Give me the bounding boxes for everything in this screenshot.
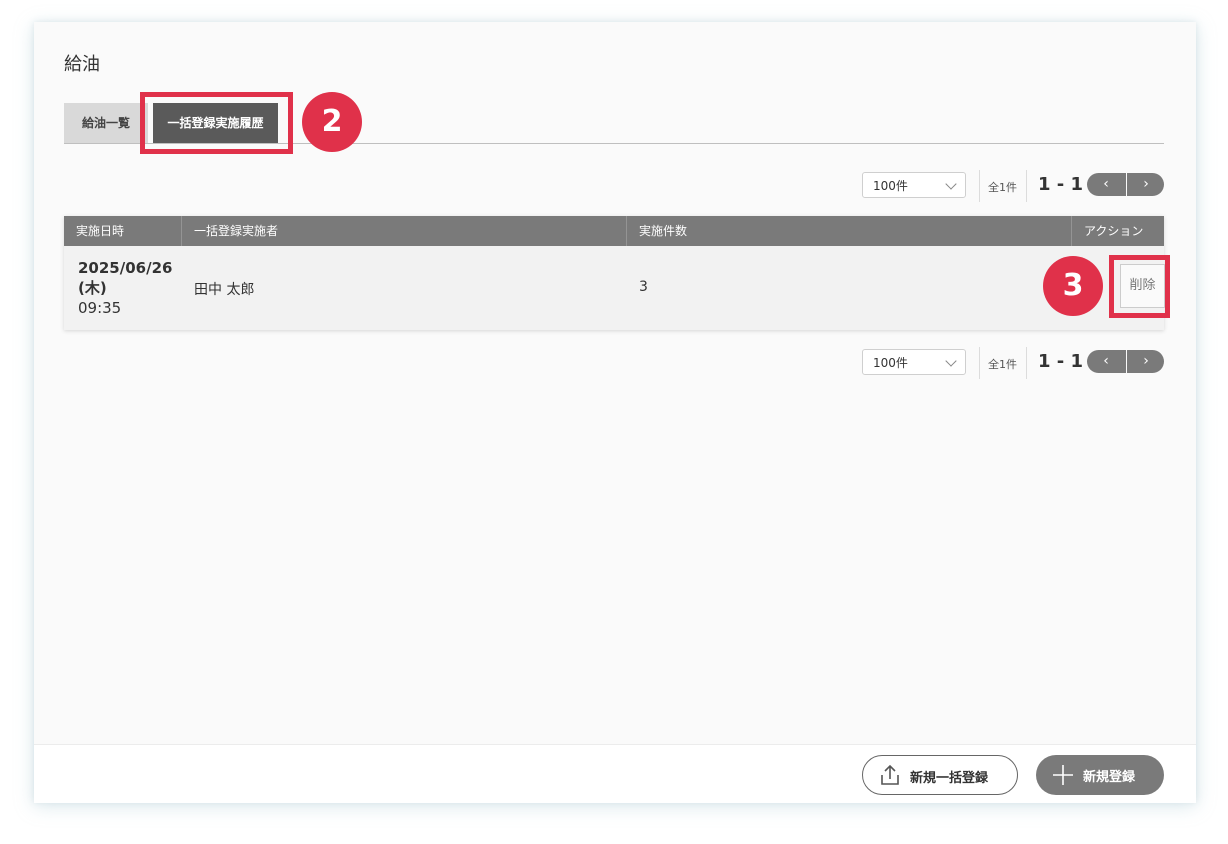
main-panel: 給油 給油一覧 一括登録実施履歴 2 100件 全1件 1 - 1 ‹ › 実施… — [34, 22, 1196, 803]
next-page-button[interactable]: › — [1126, 173, 1164, 196]
divider — [979, 347, 980, 379]
pagination-bottom: 100件 全1件 1 - 1 ‹ › — [862, 347, 1164, 379]
total-count: 全1件 — [988, 181, 1017, 194]
history-table: 実施日時 一括登録実施者 実施件数 アクション 2025/06/26 (木) 0… — [64, 216, 1165, 330]
step-badge-3: 3 — [1043, 256, 1103, 316]
chevron-down-icon — [945, 178, 957, 190]
divider — [1026, 170, 1027, 202]
page-range: 1 - 1 — [1038, 351, 1084, 372]
tab-bulk-history[interactable]: 一括登録実施履歴 — [153, 103, 278, 143]
cell-date: 2025/06/26 (木) 09:35 — [78, 258, 172, 318]
divider — [1026, 347, 1027, 379]
column-header-date: 実施日時 — [76, 224, 125, 238]
divider — [979, 170, 980, 202]
page-nav: ‹ › — [1087, 173, 1164, 196]
cell-count: 3 — [639, 279, 648, 295]
bulk-register-button[interactable]: 新規一括登録 — [862, 755, 1018, 795]
date-value: 2025/06/26 — [78, 259, 173, 277]
bulk-register-label: 新規一括登録 — [910, 771, 989, 786]
upload-icon — [881, 764, 899, 785]
tab-divider — [64, 143, 1164, 144]
new-register-label: 新規登録 — [1083, 770, 1136, 785]
footer-bar: 新規一括登録 新規登録 — [34, 744, 1196, 803]
pagination-top: 100件 全1件 1 - 1 ‹ › — [862, 170, 1164, 202]
per-page-value: 100件 — [873, 356, 908, 370]
cell-user: 田中 太郎 — [194, 282, 255, 298]
column-header-count: 実施件数 — [626, 216, 1071, 246]
table-row: 2025/06/26 (木) 09:35 田中 太郎 3 削除 — [64, 246, 1165, 330]
per-page-select[interactable]: 100件 — [862, 172, 966, 198]
weekday-value: (木) — [78, 279, 107, 297]
tab-fuel-list[interactable]: 給油一覧 — [64, 103, 148, 143]
prev-page-button[interactable]: ‹ — [1087, 350, 1125, 373]
per-page-select[interactable]: 100件 — [862, 349, 966, 375]
time-value: 09:35 — [78, 299, 122, 317]
per-page-value: 100件 — [873, 179, 908, 193]
chevron-down-icon — [945, 355, 957, 367]
column-header-action: アクション — [1071, 216, 1164, 246]
page-title: 給油 — [64, 54, 100, 75]
step-badge-2: 2 — [302, 92, 362, 152]
page-nav: ‹ › — [1087, 350, 1164, 373]
delete-button[interactable]: 削除 — [1120, 264, 1165, 308]
next-page-button[interactable]: › — [1126, 350, 1164, 373]
column-header-user: 一括登録実施者 — [181, 216, 626, 246]
table-header: 実施日時 一括登録実施者 実施件数 アクション — [64, 216, 1164, 246]
prev-page-button[interactable]: ‹ — [1087, 173, 1125, 196]
total-count: 全1件 — [988, 358, 1017, 371]
plus-icon — [1053, 765, 1073, 785]
new-register-button[interactable]: 新規登録 — [1036, 755, 1164, 795]
page-range: 1 - 1 — [1038, 174, 1084, 195]
